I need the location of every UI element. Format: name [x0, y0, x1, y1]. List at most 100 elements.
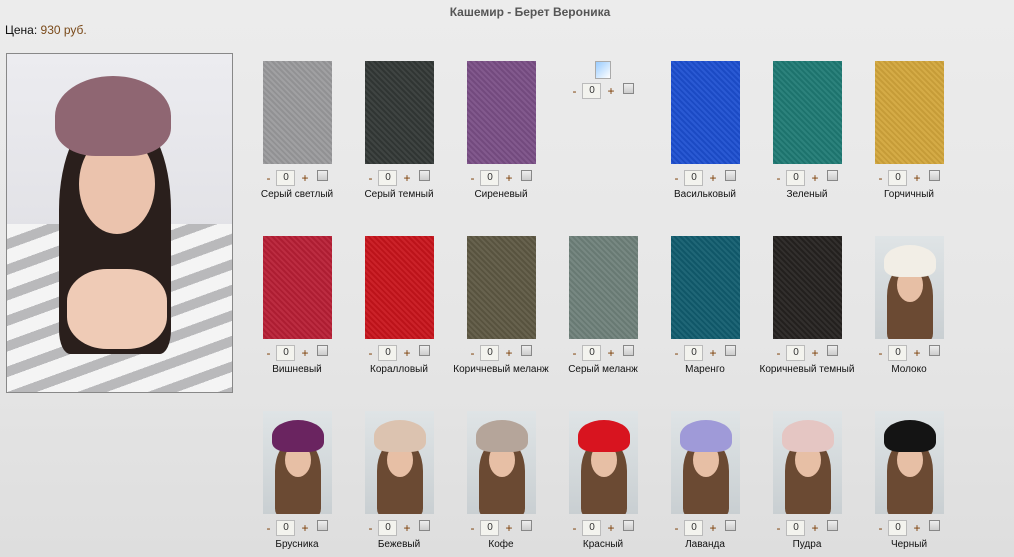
select-checkbox[interactable]	[724, 169, 736, 181]
plus-button[interactable]: +	[403, 521, 410, 535]
plus-button[interactable]: +	[403, 171, 410, 185]
minus-button[interactable]: -	[266, 521, 270, 535]
plus-button[interactable]: +	[607, 84, 614, 98]
quantity-input[interactable]: 0	[582, 83, 602, 99]
minus-button[interactable]: -	[878, 171, 882, 185]
color-swatch[interactable]	[772, 61, 842, 164]
color-swatch[interactable]	[670, 236, 740, 339]
plus-button[interactable]: +	[607, 521, 614, 535]
minus-button[interactable]: -	[776, 521, 780, 535]
color-swatch[interactable]	[466, 61, 536, 164]
color-swatch[interactable]	[568, 236, 638, 339]
quantity-input[interactable]: 0	[582, 345, 602, 361]
select-checkbox[interactable]	[418, 169, 430, 181]
select-checkbox[interactable]	[928, 519, 940, 531]
color-swatch[interactable]	[670, 61, 740, 164]
plus-button[interactable]: +	[913, 521, 920, 535]
color-photo[interactable]	[466, 411, 536, 514]
select-checkbox[interactable]	[928, 344, 940, 356]
plus-button[interactable]: +	[301, 171, 308, 185]
color-photo[interactable]	[874, 411, 944, 514]
minus-button[interactable]: -	[368, 346, 372, 360]
select-checkbox[interactable]	[724, 519, 736, 531]
quantity-input[interactable]: 0	[684, 345, 704, 361]
minus-button[interactable]: -	[470, 171, 474, 185]
quantity-input[interactable]: 0	[786, 520, 806, 536]
plus-button[interactable]: +	[505, 171, 512, 185]
minus-button[interactable]: -	[776, 346, 780, 360]
select-checkbox[interactable]	[622, 519, 634, 531]
color-swatch[interactable]	[364, 236, 434, 339]
select-checkbox[interactable]	[316, 169, 328, 181]
color-swatch[interactable]	[262, 61, 332, 164]
quantity-input[interactable]: 0	[276, 170, 296, 186]
plus-button[interactable]: +	[913, 346, 920, 360]
plus-button[interactable]: +	[811, 346, 818, 360]
minus-button[interactable]: -	[674, 521, 678, 535]
minus-button[interactable]: -	[368, 171, 372, 185]
color-photo[interactable]	[364, 411, 434, 514]
select-checkbox[interactable]	[724, 344, 736, 356]
color-swatch[interactable]	[466, 236, 536, 339]
quantity-input[interactable]: 0	[786, 345, 806, 361]
select-checkbox[interactable]	[826, 169, 838, 181]
select-checkbox[interactable]	[826, 519, 838, 531]
select-checkbox[interactable]	[520, 519, 532, 531]
minus-button[interactable]: -	[470, 521, 474, 535]
minus-button[interactable]: -	[266, 346, 270, 360]
quantity-input[interactable]: 0	[276, 345, 296, 361]
quantity-input[interactable]: 0	[684, 170, 704, 186]
minus-button[interactable]: -	[470, 346, 474, 360]
quantity-input[interactable]: 0	[378, 170, 398, 186]
select-checkbox[interactable]	[316, 344, 328, 356]
select-checkbox[interactable]	[520, 344, 532, 356]
quantity-input[interactable]: 0	[480, 345, 500, 361]
color-photo[interactable]	[772, 411, 842, 514]
plus-button[interactable]: +	[811, 521, 818, 535]
color-photo[interactable]	[874, 236, 944, 339]
color-swatch[interactable]	[874, 61, 944, 164]
color-swatch[interactable]	[262, 236, 332, 339]
plus-button[interactable]: +	[505, 346, 512, 360]
quantity-input[interactable]: 0	[582, 520, 602, 536]
plus-button[interactable]: +	[505, 521, 512, 535]
select-checkbox[interactable]	[418, 519, 430, 531]
select-checkbox[interactable]	[622, 82, 634, 94]
quantity-input[interactable]: 0	[480, 170, 500, 186]
color-photo[interactable]	[670, 411, 740, 514]
color-swatch[interactable]	[772, 236, 842, 339]
minus-button[interactable]: -	[776, 171, 780, 185]
minus-button[interactable]: -	[878, 521, 882, 535]
select-checkbox[interactable]	[316, 519, 328, 531]
plus-button[interactable]: +	[811, 171, 818, 185]
color-swatch[interactable]	[364, 61, 434, 164]
quantity-input[interactable]: 0	[888, 170, 908, 186]
minus-button[interactable]: -	[572, 521, 576, 535]
quantity-input[interactable]: 0	[276, 520, 296, 536]
quantity-input[interactable]: 0	[786, 170, 806, 186]
quantity-input[interactable]: 0	[684, 520, 704, 536]
quantity-input[interactable]: 0	[378, 345, 398, 361]
plus-button[interactable]: +	[709, 171, 716, 185]
plus-button[interactable]: +	[913, 171, 920, 185]
quantity-input[interactable]: 0	[480, 520, 500, 536]
select-checkbox[interactable]	[520, 169, 532, 181]
color-photo[interactable]	[262, 411, 332, 514]
plus-button[interactable]: +	[709, 521, 716, 535]
minus-button[interactable]: -	[572, 346, 576, 360]
minus-button[interactable]: -	[878, 346, 882, 360]
quantity-input[interactable]: 0	[378, 520, 398, 536]
quantity-input[interactable]: 0	[888, 520, 908, 536]
quantity-input[interactable]: 0	[888, 345, 908, 361]
select-checkbox[interactable]	[418, 344, 430, 356]
minus-button[interactable]: -	[674, 171, 678, 185]
select-checkbox[interactable]	[826, 344, 838, 356]
minus-button[interactable]: -	[368, 521, 372, 535]
color-photo[interactable]	[568, 411, 638, 514]
plus-button[interactable]: +	[607, 346, 614, 360]
minus-button[interactable]: -	[266, 171, 270, 185]
minus-button[interactable]: -	[674, 346, 678, 360]
plus-button[interactable]: +	[301, 521, 308, 535]
minus-button[interactable]: -	[572, 84, 576, 98]
plus-button[interactable]: +	[709, 346, 716, 360]
